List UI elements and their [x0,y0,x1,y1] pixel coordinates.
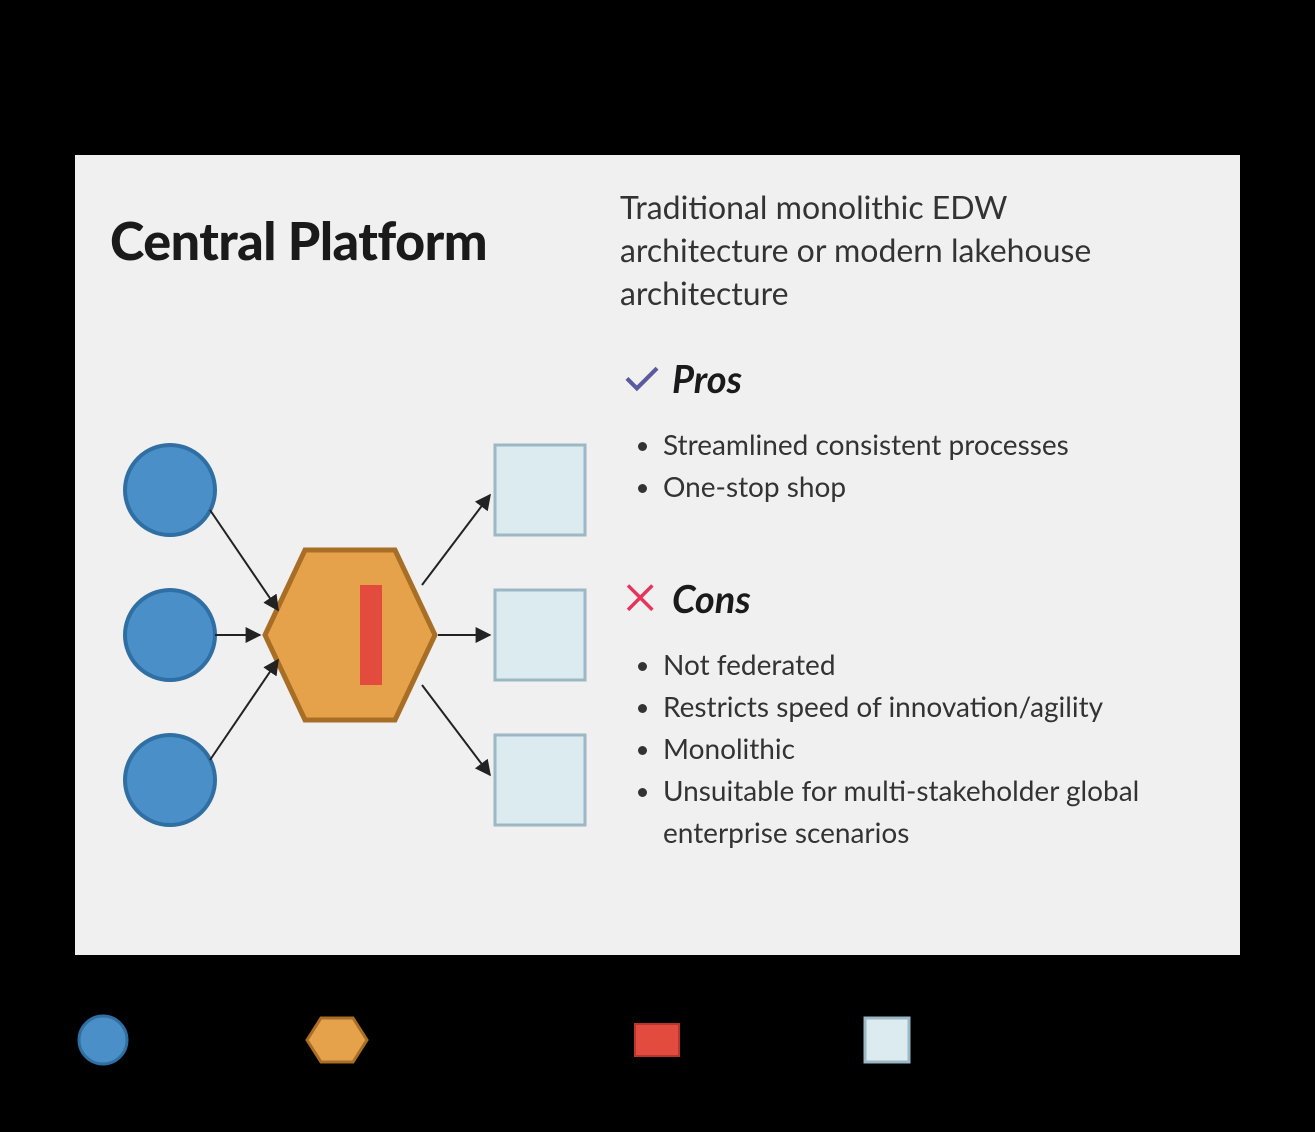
output-node-icon [495,735,585,825]
list-item: One-stop shop [663,465,1195,507]
source-node-icon [125,590,215,680]
arrow-icon [210,660,278,760]
catalog-icon [360,585,382,685]
source-node-icon [125,735,215,825]
list-item: Not federated [663,643,1215,685]
list-item: Restricts speed of innovation/agility [663,685,1215,727]
pros-header: Pros [620,355,742,403]
list-item: Unsuitable for multi-stakeholder global … [663,769,1215,853]
list-item: Monolithic [663,727,1215,769]
slide-title: Central Platform [110,210,487,272]
cons-heading-label: Cons [672,576,751,622]
arrow-icon [422,495,490,585]
cross-icon [620,575,664,623]
cons-list: Not federated Restricts speed of innovat… [635,643,1215,853]
slide-subtitle: Traditional monolithic EDW architecture … [620,185,1180,315]
arrow-icon [422,685,490,775]
platform-node-icon [265,550,435,720]
output-node-icon [495,445,585,535]
cons-header: Cons [620,575,751,623]
pros-heading-label: Pros [672,356,742,402]
legend [75,1010,1240,1070]
legend-output-icon [865,1018,909,1062]
pros-list: Streamlined consistent processes One-sto… [635,423,1195,507]
arrow-icon [210,510,278,610]
legend-platform-icon [307,1018,367,1062]
source-node-icon [125,445,215,535]
output-node-icon [495,590,585,680]
list-item: Streamlined consistent processes [663,423,1195,465]
legend-catalog-icon [635,1024,679,1056]
diagram-card: Central Platform Traditional monolithic … [75,155,1240,955]
architecture-diagram [110,420,590,850]
check-icon [620,355,664,403]
legend-source-icon [79,1016,127,1064]
